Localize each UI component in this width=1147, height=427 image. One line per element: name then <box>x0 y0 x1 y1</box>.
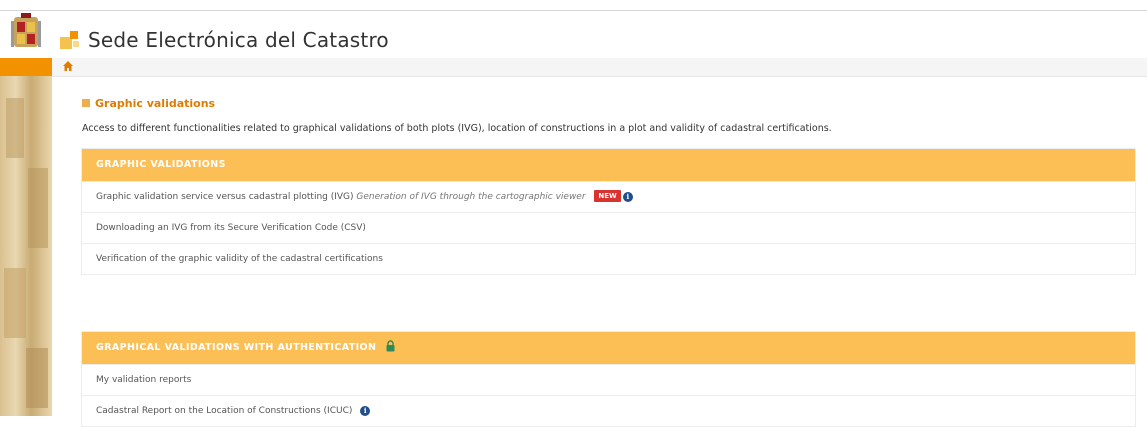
square-bullet-icon <box>82 99 90 107</box>
spain-coat-of-arms-icon[interactable] <box>11 13 41 53</box>
panel-heading-text: GRAPHICAL VALIDATIONS WITH AUTHENTICATIO… <box>96 342 377 353</box>
page-frame: Sede Electrónica del Catastro Graphic va… <box>0 0 1147 427</box>
building-shape <box>4 268 26 338</box>
new-badge: NEW <box>594 190 621 202</box>
site-title[interactable]: Sede Electrónica del Catastro <box>88 28 389 52</box>
accent-bar <box>0 58 52 76</box>
home-icon[interactable] <box>62 60 74 72</box>
page-title: Graphic validations <box>82 97 215 110</box>
site-header: Sede Electrónica del Catastro <box>0 10 1147 59</box>
ivg-viewer-link[interactable]: Generation of IVG through the cartograph… <box>356 192 585 202</box>
list-item-my-reports[interactable]: My validation reports <box>82 364 1135 395</box>
list-item-ivg-service[interactable]: Graphic validation service versus cadast… <box>82 181 1135 212</box>
download-ivg-link[interactable]: Downloading an IVG from its Secure Verif… <box>96 223 366 233</box>
info-icon[interactable]: i <box>360 406 371 416</box>
building-shape <box>6 98 24 158</box>
list-item-download-ivg[interactable]: Downloading an IVG from its Secure Verif… <box>82 212 1135 243</box>
panel-authenticated-validations: GRAPHICAL VALIDATIONS WITH AUTHENTICATIO… <box>81 331 1136 427</box>
page-description: Access to different functionalities rela… <box>82 123 832 134</box>
catastro-logo-icon[interactable] <box>60 29 82 51</box>
panel-heading: GRAPHICAL VALIDATIONS WITH AUTHENTICATIO… <box>82 332 1135 364</box>
panel-heading: GRAPHIC VALIDATIONS <box>82 149 1135 181</box>
main-content: Graphic validations Access to different … <box>52 77 1147 427</box>
verification-link[interactable]: Verification of the graphic validity of … <box>96 254 383 264</box>
list-item-verification[interactable]: Verification of the graphic validity of … <box>82 243 1135 274</box>
panel-graphic-validations: GRAPHIC VALIDATIONS Graphic validation s… <box>81 148 1136 275</box>
building-shape <box>26 348 48 408</box>
my-reports-link[interactable]: My validation reports <box>96 375 191 385</box>
list-item-icuc[interactable]: Cadastral Report on the Location of Cons… <box>82 395 1135 426</box>
ivg-service-link[interactable]: Graphic validation service versus cadast… <box>96 192 354 202</box>
page-title-text: Graphic validations <box>95 97 216 110</box>
info-icon[interactable]: i <box>622 192 633 202</box>
lock-icon <box>386 340 395 352</box>
decorative-side-image <box>0 58 52 416</box>
icuc-link[interactable]: Cadastral Report on the Location of Cons… <box>96 406 352 416</box>
breadcrumb <box>52 58 1147 77</box>
building-shape <box>28 168 48 248</box>
